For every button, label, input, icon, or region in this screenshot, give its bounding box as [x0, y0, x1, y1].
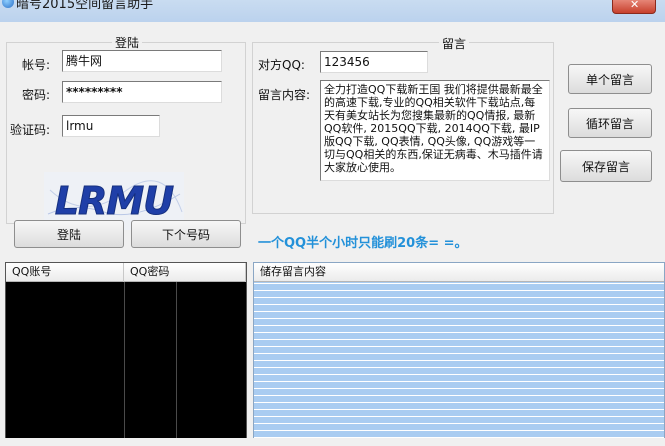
main-window: 登陆 帐号: 腾牛网 密码: ********* 验证码: lrmu LRMU …: [0, 22, 665, 446]
app-icon: [2, 0, 14, 8]
close-button[interactable]: ✕: [612, 0, 656, 14]
column-qq-account[interactable]: QQ账号: [6, 263, 124, 282]
login-group-legend: 登陆: [112, 34, 143, 51]
loop-message-button[interactable]: 循环留言: [568, 108, 652, 138]
column-qq-password[interactable]: QQ密码: [124, 263, 246, 282]
account-input[interactable]: 腾牛网: [62, 50, 222, 72]
column-stored-content[interactable]: 储存留言内容: [254, 263, 664, 282]
next-account-button[interactable]: 下个号码: [131, 220, 241, 248]
window-title: 暗号2015空间留言助手: [16, 0, 154, 12]
grid-line: [176, 282, 177, 445]
account-list-header: QQ账号 QQ密码: [6, 263, 246, 282]
message-group-legend: 留言: [439, 35, 470, 52]
single-message-button[interactable]: 单个留言: [568, 64, 652, 94]
limit-notice: 一个QQ半个小时只能刷20条= =。: [258, 236, 468, 251]
captcha-text: LRMU: [55, 179, 174, 223]
target-qq-label: 对方QQ:: [258, 58, 305, 72]
login-button[interactable]: 登陆: [14, 220, 124, 248]
close-icon: ✕: [630, 0, 640, 11]
message-content-label: 留言内容:: [258, 88, 311, 102]
captcha-input[interactable]: lrmu: [62, 115, 160, 137]
password-input[interactable]: *********: [62, 81, 222, 103]
stored-list-header: 储存留言内容: [254, 263, 664, 282]
save-message-button[interactable]: 保存留言: [560, 150, 652, 182]
captcha-label: 验证码:: [10, 123, 51, 137]
target-qq-input[interactable]: 123456: [320, 51, 428, 73]
password-label: 密码:: [22, 88, 51, 102]
account-list[interactable]: QQ账号 QQ密码: [5, 262, 247, 446]
status-bar: [0, 438, 665, 446]
stored-message-list[interactable]: 储存留言内容: [253, 262, 665, 446]
message-content-textarea[interactable]: 全力打造QQ下载新王国 我们将提供最新最全的高速下载,专业的QQ相关软件下载站点…: [320, 80, 550, 181]
grid-line: [124, 282, 125, 445]
account-label: 帐号:: [22, 58, 51, 72]
